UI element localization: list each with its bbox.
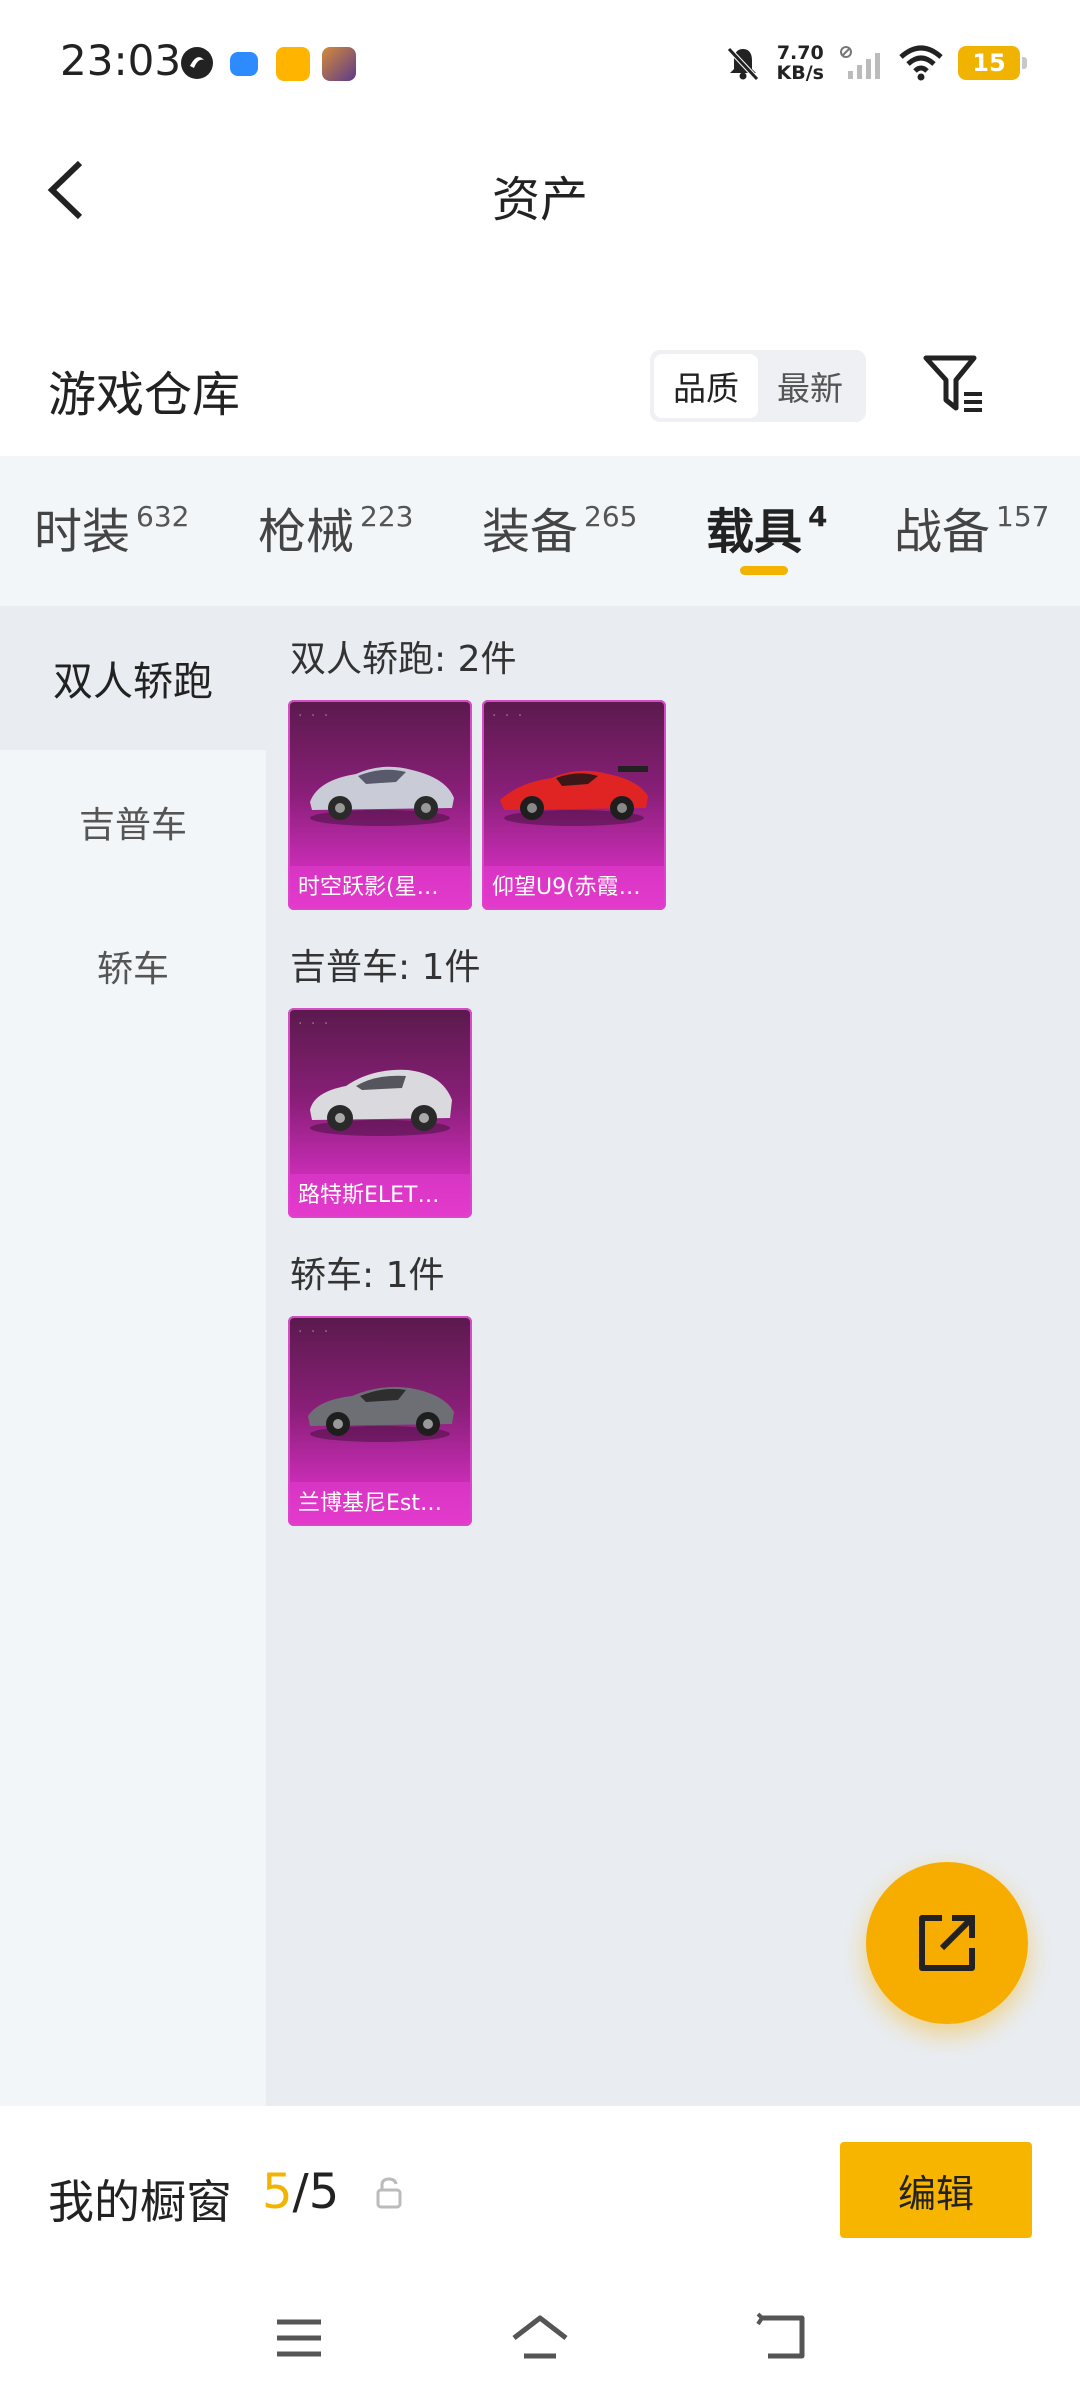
sort-option-latest[interactable]: 最新 [758,354,862,418]
active-tab-indicator [740,566,788,575]
card-decoration: · · · [298,708,331,724]
sidebar-item-sedan[interactable]: 轿车 [0,894,266,1038]
sort-option-quality[interactable]: 品质 [654,354,758,418]
wifi-icon [899,45,943,81]
vehicle-name: 仰望U9(赤霞… [482,866,666,910]
card-decoration: · · · [298,1016,331,1032]
game-app-icon [322,47,356,81]
app-notification-icon [181,47,213,79]
share-external-icon [919,1915,975,1971]
network-speed: 7.70 KB/s [776,42,824,84]
cellular-signal-icon [840,46,880,79]
unlock-icon [376,2177,402,2209]
menu-icon[interactable] [274,2316,324,2360]
group-title-coupe: 双人轿跑: 2件 [290,639,517,680]
back-nav-icon[interactable] [754,2312,810,2362]
tab-equipment[interactable]: 装备 265 [482,492,637,562]
vehicle-image [500,766,648,826]
card-decoration: · · · [298,1324,331,1340]
vehicle-card[interactable]: · · · 路特斯ELET… [288,1008,472,1218]
battery-indicator: 15 [958,46,1027,80]
vehicle-card[interactable]: · · · 兰博基尼Est… [288,1316,472,1526]
sidebar-item-coupe[interactable]: 双人轿跑 [0,606,266,750]
vehicle-name: 路特斯ELET… [288,1174,472,1218]
vehicle-image [310,1069,452,1136]
tab-vehicles[interactable]: 载具 4 [706,492,828,562]
system-navigation-bar [0,2276,1080,2400]
warehouse-title: 游戏仓库 [48,367,241,423]
share-button[interactable] [866,1862,1028,2024]
showcase-count: 5/5 [262,2164,340,2220]
vehicle-name: 时空跃影(星… [288,866,472,910]
vehicle-card[interactable]: · · · 仰望U9(赤霞… [482,700,666,910]
tab-supplies[interactable]: 战备 157 [894,492,1049,562]
status-right-group: 7.70 KB/s 15 [723,38,1027,88]
filter-icon[interactable] [920,352,990,418]
group-title-jeep: 吉普车: 1件 [290,947,481,988]
edit-button[interactable]: 编辑 [840,2142,1032,2238]
vehicle-card[interactable]: · · · 时空跃影(星… [288,700,472,910]
status-time: 23:03 [60,36,182,85]
subcategory-sidebar: 双人轿跑 吉普车 轿车 [0,606,266,2106]
group-title-sedan: 轿车: 1件 [290,1255,445,1296]
mute-bell-icon [726,47,759,81]
vehicle-image [310,766,454,826]
vehicle-image [308,1387,454,1442]
vehicle-name: 兰博基尼Est… [288,1482,472,1526]
showcase-label: 我的橱窗 [48,2175,232,2229]
video-app-icon [276,47,310,81]
sort-toggle: 品质 最新 [650,350,866,422]
sidebar-item-jeep[interactable]: 吉普车 [0,750,266,894]
status-bar: 23:03 7.70 KB/s 15 [0,0,1080,120]
category-tab-bar: 时装 632 枪械 223 装备 265 载具 4 战备 157 [0,456,1080,606]
tab-fashion[interactable]: 时装 632 [34,492,189,562]
home-icon[interactable] [510,2312,570,2362]
message-app-icon [230,52,258,76]
page-title: 资产 [491,172,588,228]
card-decoration: · · · [492,708,525,724]
tab-weapons[interactable]: 枪械 223 [258,492,413,562]
